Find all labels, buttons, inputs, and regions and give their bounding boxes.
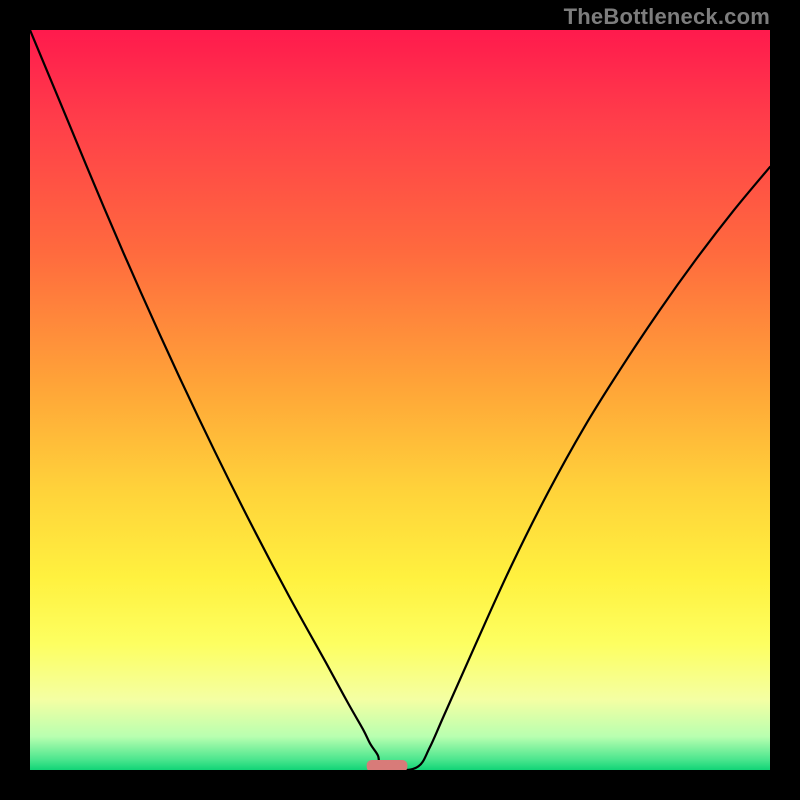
chart-svg	[30, 30, 770, 770]
chart-frame: TheBottleneck.com	[0, 0, 800, 800]
plot-area	[30, 30, 770, 770]
gradient-background	[30, 30, 770, 770]
optimal-marker	[367, 760, 408, 770]
watermark-text: TheBottleneck.com	[564, 4, 770, 30]
